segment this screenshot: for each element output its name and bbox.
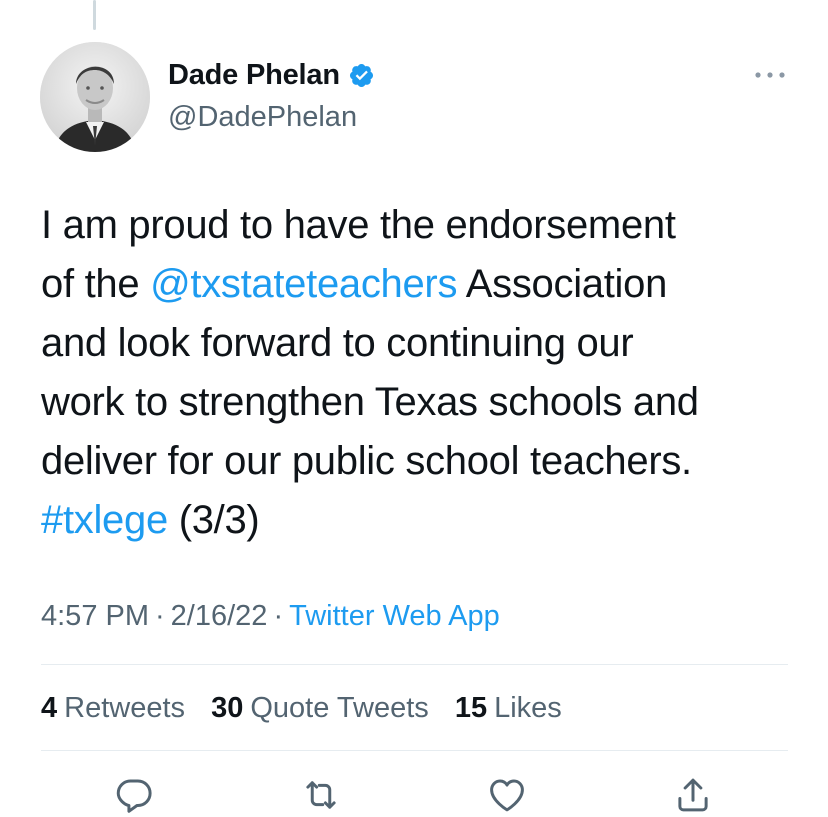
quote-tweets-label: Quote Tweets [250, 692, 429, 724]
tweet-line: deliver for our public school teachers. [41, 432, 811, 491]
tweet-date[interactable]: 2/16/22 [171, 600, 268, 632]
tweet-text-segment: of the [41, 262, 151, 306]
divider [41, 664, 788, 665]
retweets-stat[interactable]: 4 Retweets [41, 690, 185, 726]
reply-icon [116, 779, 152, 813]
retweet-icon [306, 781, 336, 809]
retweets-count: 4 [41, 692, 58, 724]
likes-label: Likes [494, 692, 562, 724]
share-icon [678, 778, 708, 812]
thread-connector-line [93, 0, 96, 30]
tweet-text-segment: deliver for our public school teachers. [41, 439, 692, 483]
mention-link[interactable]: @txstateteachers [150, 262, 457, 306]
tweet-text: I am proud to have the endorsement of th… [41, 196, 811, 550]
avatar[interactable] [40, 42, 150, 152]
tweet-line: I am proud to have the endorsement [41, 196, 811, 255]
likes-count: 15 [454, 692, 488, 724]
more-options-icon[interactable] [752, 64, 788, 86]
tweet-text-segment: I am proud to have the endorsement [41, 203, 676, 247]
tweet-line: #txlege (3/3) [41, 491, 811, 550]
share-button[interactable] [672, 774, 714, 816]
tweet-text-segment: Association [457, 262, 668, 306]
author-name-row[interactable]: Dade Phelan [168, 58, 375, 92]
heart-icon [490, 779, 524, 812]
hashtag-link[interactable]: #txlege [41, 498, 168, 542]
quote-tweets-count: 30 [211, 692, 244, 724]
meta-separator: · [155, 600, 165, 632]
tweet-line: work to strengthen Texas schools and [41, 373, 811, 432]
tweet-detail: Dade Phelan @DadePhelan I am proud to ha… [0, 0, 828, 817]
tweet-source-link[interactable]: Twitter Web App [289, 600, 500, 632]
author-display-name[interactable]: Dade Phelan [168, 58, 340, 92]
author-handle[interactable]: @DadePhelan [168, 100, 357, 134]
quote-tweets-stat[interactable]: 30 Quote Tweets [211, 690, 429, 726]
tweet-meta: 4:57 PM · 2/16/22 · Twitter Web App [41, 598, 500, 634]
verified-badge-icon [348, 62, 375, 89]
likes-stat[interactable]: 15 Likes [455, 690, 562, 726]
retweet-button[interactable] [300, 774, 342, 816]
divider [41, 750, 788, 751]
tweet-line: of the @txstateteachers Association [41, 255, 811, 314]
tweet-text-segment: (3/3) [167, 498, 260, 542]
tweet-line: and look forward to continuing our [41, 314, 811, 373]
retweets-label: Retweets [64, 692, 186, 724]
meta-separator: · [273, 600, 284, 632]
tweet-time[interactable]: 4:57 PM [41, 600, 149, 632]
engagement-stats: 4 Retweets 30 Quote Tweets 15 Likes [41, 690, 580, 726]
tweet-text-segment: and look forward to continuing our [41, 321, 634, 365]
reply-button[interactable] [113, 774, 155, 816]
like-button[interactable] [486, 774, 528, 816]
tweet-text-segment: work to strengthen Texas schools and [41, 380, 699, 424]
